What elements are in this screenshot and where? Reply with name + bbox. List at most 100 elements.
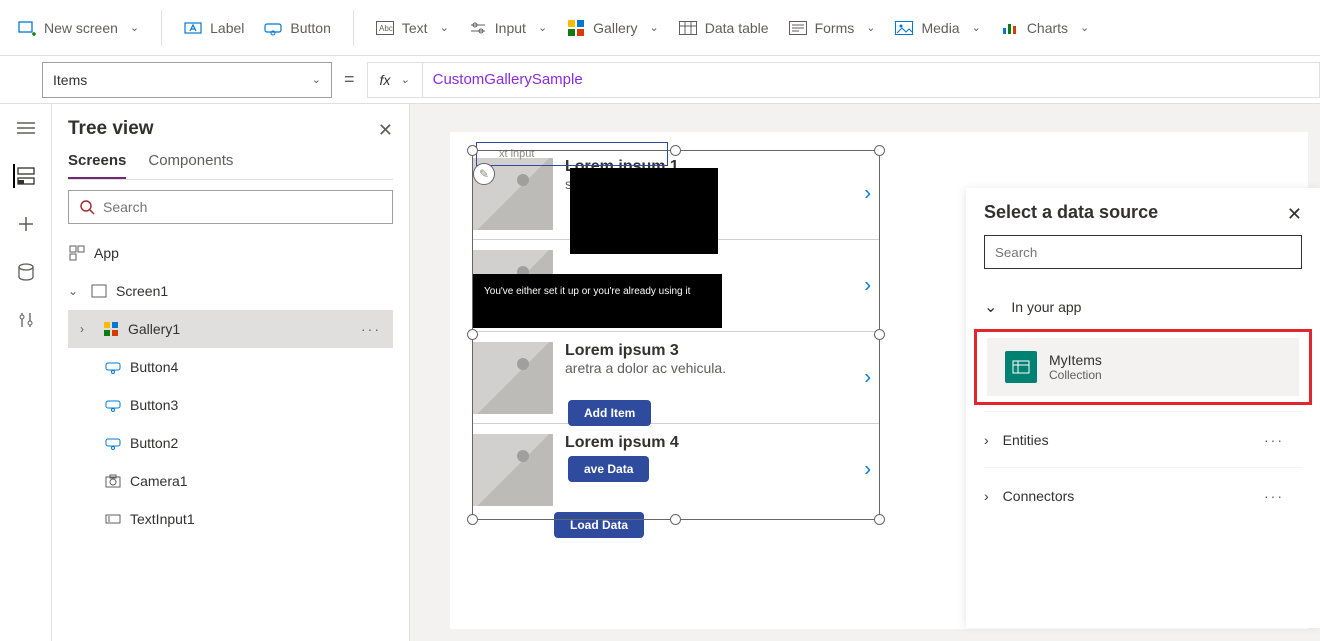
app-icon bbox=[68, 244, 86, 262]
data-table-button[interactable]: Data table bbox=[669, 13, 779, 43]
ribbon-toolbar: New screen ⌄ Label Button Abc Text ⌄ Inp… bbox=[0, 0, 1320, 56]
tree-view-rail-button[interactable] bbox=[13, 164, 37, 188]
chevron-down-icon: ⌄ bbox=[1080, 21, 1089, 34]
label-button[interactable]: Label bbox=[174, 13, 254, 43]
tree-item-app[interactable]: App bbox=[68, 234, 393, 272]
screen-plus-icon bbox=[18, 19, 36, 37]
flyout-search[interactable] bbox=[984, 235, 1302, 269]
media-button[interactable]: Media ⌄ bbox=[885, 13, 990, 43]
data-source-type: Collection bbox=[1049, 368, 1102, 382]
resize-handle[interactable] bbox=[670, 145, 681, 156]
tree-item-screen1[interactable]: ⌄ Screen1 bbox=[68, 272, 393, 310]
tree-view-title: Tree view bbox=[68, 118, 393, 140]
tree-item-label: Button2 bbox=[130, 435, 178, 451]
chevron-down-icon: ⌄ bbox=[130, 21, 139, 34]
chevron-down-icon: ⌄ bbox=[984, 297, 997, 317]
textinput-icon bbox=[104, 510, 122, 528]
resize-handle[interactable] bbox=[874, 329, 885, 340]
gallery-button[interactable]: Gallery ⌄ bbox=[557, 13, 669, 43]
more-icon[interactable]: ··· bbox=[1264, 432, 1284, 448]
flyout-search-input[interactable] bbox=[995, 245, 1291, 260]
formula-input[interactable]: CustomGallerySample bbox=[423, 62, 1320, 98]
chevron-down-icon: ⌄ bbox=[400, 73, 409, 86]
hamburger-icon[interactable] bbox=[14, 116, 38, 140]
data-source-flyout: Select a data source ✕ ⌄ In your app MyI… bbox=[966, 188, 1320, 628]
text-icon: Abc bbox=[376, 19, 394, 37]
fx-label: fx bbox=[380, 72, 391, 88]
tree-item-button2[interactable]: Button2 bbox=[68, 424, 393, 462]
tree-item-button3[interactable]: Button3 bbox=[68, 386, 393, 424]
chevron-down-icon: ⌄ bbox=[972, 21, 981, 34]
gallery-icon bbox=[567, 19, 585, 37]
chevron-right-icon: › bbox=[984, 432, 989, 448]
label-icon bbox=[184, 19, 202, 37]
button-icon bbox=[104, 434, 122, 452]
input-icon bbox=[469, 19, 487, 37]
data-rail-button[interactable] bbox=[14, 260, 38, 284]
formula-value: CustomGallerySample bbox=[433, 71, 583, 88]
close-icon[interactable]: ✕ bbox=[378, 120, 393, 141]
resize-handle[interactable] bbox=[670, 514, 681, 525]
text-button[interactable]: Abc Text ⌄ bbox=[366, 13, 459, 43]
resize-handle[interactable] bbox=[467, 514, 478, 525]
tree-item-button4[interactable]: Button4 bbox=[68, 348, 393, 386]
media-icon bbox=[895, 19, 913, 37]
resize-handle[interactable] bbox=[874, 145, 885, 156]
collection-icon bbox=[1005, 351, 1037, 383]
settings-rail-button[interactable] bbox=[14, 308, 38, 332]
tree-item-textinput1[interactable]: TextInput1 bbox=[68, 500, 393, 538]
new-screen-label: New screen bbox=[44, 20, 118, 36]
tree-item-label: Screen1 bbox=[116, 283, 168, 299]
gallery-icon bbox=[102, 320, 120, 338]
button-icon bbox=[264, 19, 282, 37]
insert-rail-button[interactable] bbox=[14, 212, 38, 236]
input-button[interactable]: Input ⌄ bbox=[459, 13, 557, 43]
screen-icon bbox=[90, 282, 108, 300]
charts-button[interactable]: Charts ⌄ bbox=[991, 13, 1099, 43]
property-select[interactable]: Items ⌄ bbox=[42, 62, 332, 98]
tree-item-gallery1[interactable]: › Gallery1 ··· bbox=[68, 310, 393, 348]
tree-search-input[interactable] bbox=[103, 199, 382, 215]
connectors-section[interactable]: › Connectors ··· bbox=[984, 467, 1302, 523]
section-label: Entities bbox=[1003, 432, 1049, 448]
chevron-right-icon: › bbox=[984, 488, 989, 504]
tree-search[interactable] bbox=[68, 190, 393, 224]
forms-icon bbox=[789, 19, 807, 37]
forms-button[interactable]: Forms ⌄ bbox=[779, 13, 886, 43]
section-label: In your app bbox=[1011, 299, 1081, 315]
fx-button[interactable]: fx ⌄ bbox=[367, 62, 423, 98]
tree-item-label: Button3 bbox=[130, 397, 178, 413]
entities-section[interactable]: › Entities ··· bbox=[984, 411, 1302, 467]
chevron-down-icon: ⌄ bbox=[538, 21, 547, 34]
in-your-app-section[interactable]: ⌄ In your app bbox=[984, 285, 1302, 329]
tree-item-label: Camera1 bbox=[130, 473, 188, 489]
more-icon[interactable]: ··· bbox=[1264, 488, 1284, 504]
chevron-right-icon[interactable]: › bbox=[80, 322, 94, 336]
close-icon[interactable]: ✕ bbox=[1287, 204, 1302, 225]
left-rail bbox=[0, 104, 52, 641]
more-icon[interactable]: ··· bbox=[361, 321, 381, 337]
charts-icon bbox=[1001, 19, 1019, 37]
label-label: Label bbox=[210, 20, 244, 36]
input-label: Input bbox=[495, 20, 526, 36]
chevron-down-icon[interactable]: ⌄ bbox=[68, 284, 82, 298]
button-icon bbox=[104, 396, 122, 414]
selection-outline[interactable] bbox=[472, 150, 880, 520]
flyout-title: Select a data source bbox=[984, 202, 1302, 223]
tree-item-camera1[interactable]: Camera1 bbox=[68, 462, 393, 500]
chevron-down-icon: ⌄ bbox=[650, 21, 659, 34]
search-icon bbox=[79, 199, 95, 215]
text-label: Text bbox=[402, 20, 428, 36]
button-insert-button[interactable]: Button bbox=[254, 13, 340, 43]
resize-handle[interactable] bbox=[874, 514, 885, 525]
data-source-myitems[interactable]: MyItems Collection bbox=[987, 338, 1299, 396]
chevron-down-icon: ⌄ bbox=[440, 21, 449, 34]
data-table-label: Data table bbox=[705, 20, 769, 36]
tab132-tstart[interactable]: Screens bbox=[68, 152, 126, 179]
new-screen-button[interactable]: New screen ⌄ bbox=[8, 13, 149, 43]
svg-text:Abc: Abc bbox=[379, 24, 393, 33]
separator bbox=[161, 10, 162, 46]
resize-handle[interactable] bbox=[467, 329, 478, 340]
resize-handle[interactable] bbox=[467, 145, 478, 156]
tab-components[interactable]: Components bbox=[148, 152, 233, 179]
